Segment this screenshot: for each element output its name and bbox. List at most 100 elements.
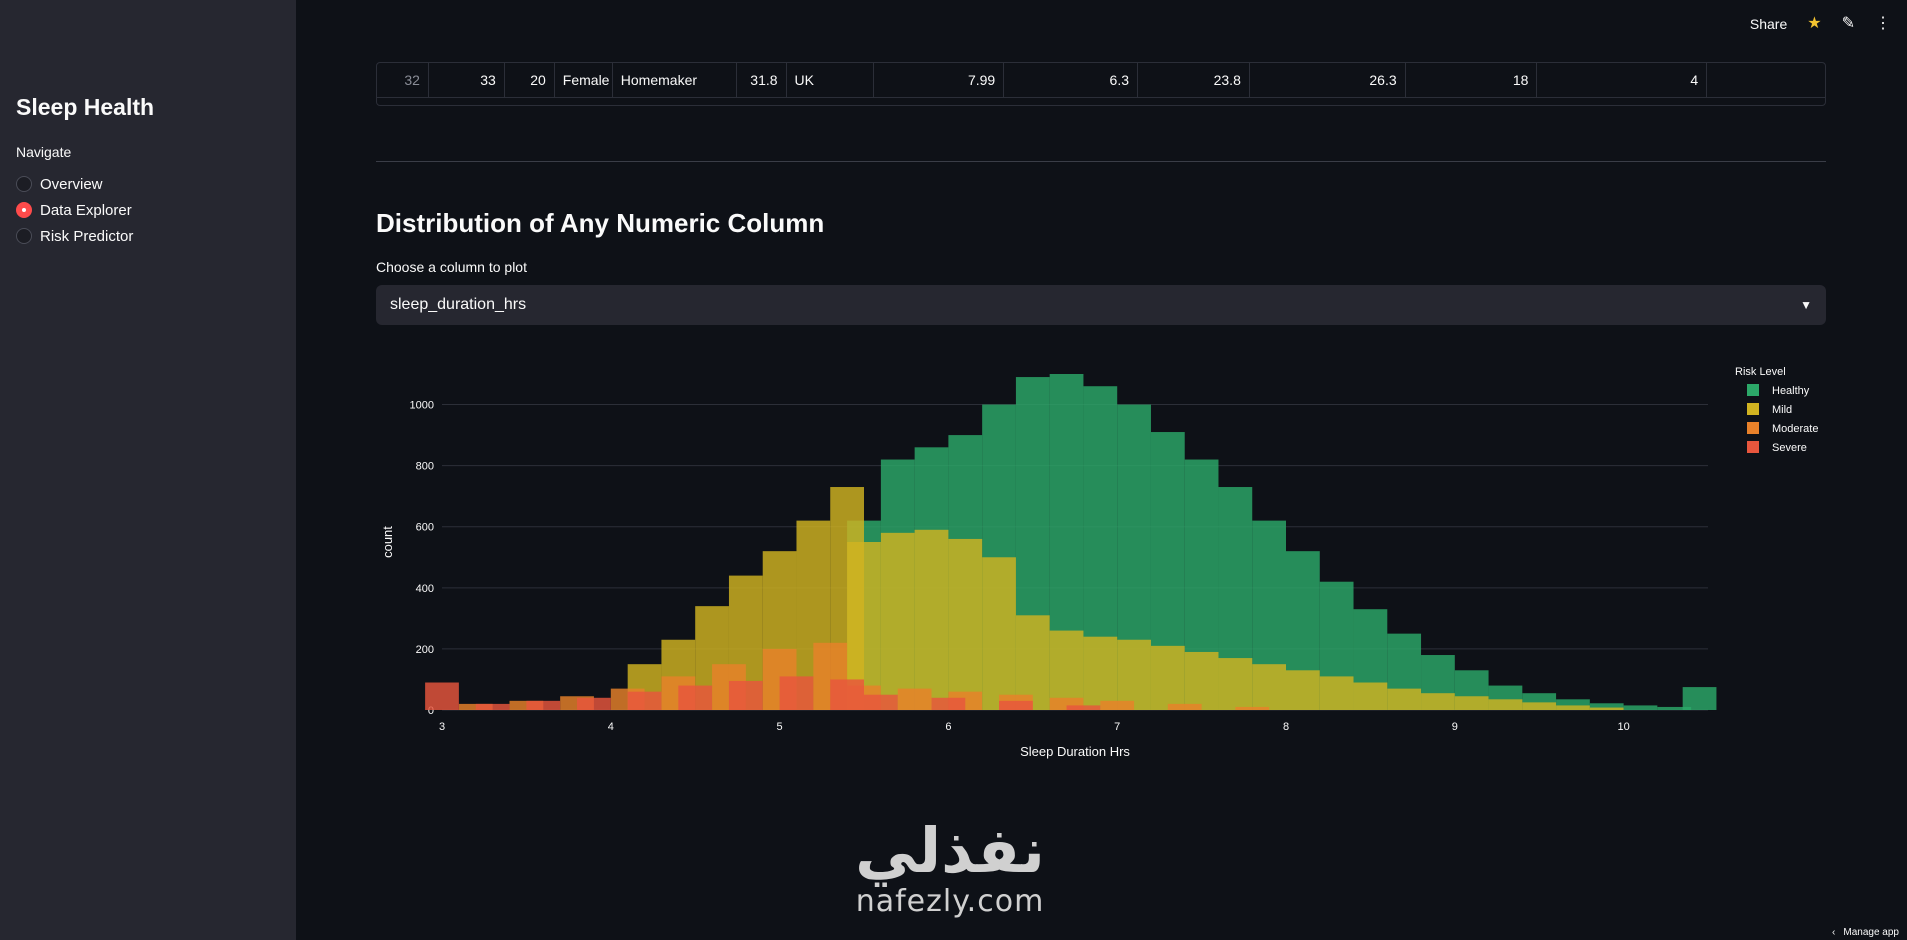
histogram-bar-severe[interactable]: [577, 697, 611, 710]
histogram-bar-severe[interactable]: [425, 682, 459, 710]
section-title: Distribution of Any Numeric Column: [376, 208, 825, 238]
histogram-bar-mild[interactable]: [1353, 682, 1388, 710]
table-cell: UK: [787, 63, 875, 97]
histogram-bar-mild[interactable]: [1184, 651, 1219, 710]
select-label: Choose a column to plot: [376, 259, 527, 275]
histogram-bar-severe[interactable]: [728, 680, 763, 710]
legend-swatch-moderate[interactable]: [1747, 422, 1759, 434]
star-icon[interactable]: ★: [1807, 16, 1821, 32]
table-cell: 23.8: [1138, 63, 1250, 97]
chevron-left-icon: ‹: [1832, 927, 1836, 938]
histogram-bar-healthy[interactable]: [1682, 687, 1717, 710]
y-tick-label: 800: [416, 461, 434, 473]
legend-label-mild[interactable]: Mild: [1772, 404, 1792, 416]
histogram-bar-severe[interactable]: [1066, 705, 1101, 710]
histogram-bar-mild[interactable]: [1218, 658, 1253, 710]
radio-icon[interactable]: [16, 228, 32, 244]
table-cell: 33: [429, 63, 505, 97]
x-tick-label: 9: [1452, 721, 1458, 733]
navigate-label: Navigate: [16, 144, 72, 160]
table-cell: [1707, 63, 1825, 97]
table-row: 32 33 20 Female Homemaker 31.8 UK 7.99 6…: [377, 63, 1825, 98]
histogram-bar-mild[interactable]: [1286, 670, 1320, 710]
histogram-bar-severe[interactable]: [779, 676, 814, 710]
table-cell: Female: [555, 63, 613, 97]
nav-option-risk-predictor[interactable]: Risk Predictor: [16, 223, 133, 249]
table-cell: 4: [1537, 63, 1708, 97]
nav-option-data-explorer[interactable]: Data Explorer: [16, 197, 133, 223]
navigate-radio-group: Overview Data Explorer Risk Predictor: [16, 171, 133, 249]
watermark-logo: نفذلي nafezly.com: [830, 814, 1070, 920]
x-tick-label: 4: [608, 721, 614, 733]
histogram-bar-moderate[interactable]: [1167, 703, 1202, 710]
select-value: sleep_duration_hrs: [390, 296, 527, 313]
histogram-bar-mild[interactable]: [1556, 705, 1590, 710]
histogram-bar-mild[interactable]: [982, 557, 1016, 710]
manage-app-button[interactable]: ‹ Manage app: [1832, 927, 1899, 938]
histogram-bar-mild[interactable]: [1454, 696, 1489, 710]
histogram-bar-mild[interactable]: [1488, 699, 1523, 710]
watermark-arabic-text: نفذلي: [855, 814, 1045, 887]
histogram-bar-mild[interactable]: [880, 532, 915, 710]
histogram-bar-mild[interactable]: [1589, 707, 1624, 710]
column-select[interactable]: sleep_duration_hrs ▼: [376, 285, 1826, 325]
share-button[interactable]: Share: [1750, 16, 1787, 32]
nav-option-label: Overview: [40, 175, 103, 193]
nav-option-label: Data Explorer: [40, 201, 132, 219]
legend-swatch-severe[interactable]: [1747, 441, 1759, 453]
histogram-bar-healthy[interactable]: [1623, 705, 1658, 710]
histogram-bar-severe[interactable]: [931, 697, 966, 710]
table-cell: 18: [1406, 63, 1538, 97]
y-axis-title: count: [380, 526, 395, 558]
legend-label-healthy[interactable]: Healthy: [1772, 385, 1810, 397]
histogram-bar-mild[interactable]: [1083, 636, 1118, 710]
watermark-latin-text: nafezly.com: [855, 884, 1045, 919]
histogram-bar-severe[interactable]: [475, 703, 510, 710]
y-tick-label: 400: [416, 583, 434, 595]
histogram-bar-severe[interactable]: [830, 679, 864, 710]
histogram-bar-severe[interactable]: [678, 685, 713, 710]
legend-label-severe[interactable]: Severe: [1772, 442, 1807, 454]
legend-title: Risk Level: [1735, 366, 1786, 378]
table-cell: 31.8: [737, 63, 787, 97]
table-cell: 26.3: [1250, 63, 1406, 97]
more-vert-icon[interactable]: ⋮: [1875, 16, 1891, 32]
histogram-bar-mild[interactable]: [1319, 676, 1354, 710]
histogram-bar-mild[interactable]: [1522, 702, 1557, 710]
radio-checked-icon[interactable]: [16, 202, 32, 218]
sidebar: Sleep Health Navigate Overview Data Expl…: [0, 0, 296, 940]
nav-option-overview[interactable]: Overview: [16, 171, 133, 197]
legend-swatch-mild[interactable]: [1747, 403, 1759, 415]
histogram-bar-mild[interactable]: [1421, 693, 1455, 710]
histogram-bar-mild[interactable]: [1117, 639, 1151, 710]
histogram-bar-moderate[interactable]: [1235, 706, 1270, 710]
histogram-bar-severe[interactable]: [627, 691, 662, 710]
histogram-chart[interactable]: 020040060080010003 4 5 6 7 8 9 10Sleep Duration…: [370, 350, 1830, 770]
histogram-bar-mild[interactable]: [948, 538, 983, 710]
histogram-bar-mild[interactable]: [1150, 645, 1185, 710]
x-tick-label: 5: [777, 721, 783, 733]
histogram-bar-moderate[interactable]: [1100, 700, 1135, 710]
histogram-bar-moderate[interactable]: [897, 688, 932, 710]
histogram-bar-mild[interactable]: [914, 529, 949, 710]
section-divider: [376, 161, 1826, 162]
app-title: Sleep Health: [16, 94, 155, 120]
legend-swatch-healthy[interactable]: [1747, 384, 1759, 396]
histogram-bar-mild[interactable]: [1252, 664, 1286, 710]
chevron-down-icon[interactable]: ▼: [1800, 298, 1812, 312]
edit-icon[interactable]: ✎: [1842, 16, 1855, 32]
y-tick-label: 200: [416, 644, 434, 656]
table-cell: 6.3: [1004, 63, 1139, 97]
histogram-bar-severe[interactable]: [864, 694, 898, 710]
nav-option-label: Risk Predictor: [40, 227, 134, 245]
x-axis-title: Sleep Duration Hrs: [1020, 744, 1130, 759]
histogram-bar-severe[interactable]: [526, 700, 561, 710]
table-row-index: 32: [377, 63, 429, 97]
histogram-bar-mild[interactable]: [1387, 688, 1422, 710]
legend-label-moderate[interactable]: Moderate: [1772, 423, 1818, 435]
x-tick-label: 8: [1283, 721, 1289, 733]
data-table[interactable]: 32 33 20 Female Homemaker 31.8 UK 7.99 6…: [376, 62, 1826, 106]
histogram-bar-severe[interactable]: [999, 700, 1033, 710]
x-tick-label: 3: [439, 721, 445, 733]
radio-icon[interactable]: [16, 176, 32, 192]
